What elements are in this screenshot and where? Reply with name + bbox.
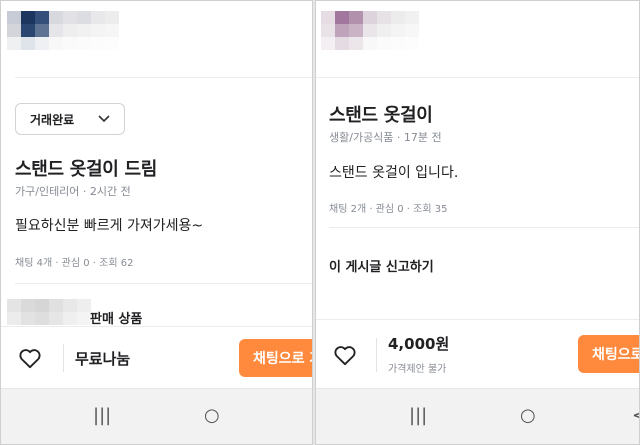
post-description: 필요하신분 빠르게 가져가세용~ (15, 218, 204, 234)
trade-status-dropdown[interactable]: 거래완료 (15, 103, 125, 135)
home-icon[interactable]: ○ (204, 405, 220, 426)
chat-to-trade-button[interactable]: 채팅으로 거래하기 (578, 335, 640, 373)
post-stats: 채팅 4개 · 관심 0 · 조회 62 (15, 258, 134, 269)
vertical-divider (63, 344, 64, 372)
divider (329, 227, 639, 228)
post-description: 스탠드 옷걸이 입니다. (329, 165, 459, 181)
chat-to-trade-button[interactable]: 채팅으로 거래하기 (239, 339, 312, 377)
post-title: 스탠드 옷걸이 드림 (15, 159, 158, 180)
recents-icon[interactable]: ||| (93, 405, 111, 426)
chat-button-label: 채팅으로 거래하기 (253, 351, 312, 367)
android-nav-bar: ||| ○ (1, 388, 312, 444)
right-listing-screen: 스탠드 옷걸이 생활/가공식품 · 17분 전 스탠드 옷걸이 입니다. 채팅 … (315, 0, 640, 445)
android-nav-bar: ||| ○ < (316, 388, 639, 444)
post-category-time: 생활/가공식품 · 17분 전 (329, 131, 442, 144)
price-label: 4,000원 (388, 335, 450, 353)
seller-name-blurred (7, 299, 91, 325)
recents-icon[interactable]: ||| (409, 405, 427, 426)
price-offer-note: 가격제안 불가 (388, 364, 447, 375)
post-stats: 채팅 2개 · 관심 0 · 조회 35 (329, 204, 448, 215)
post-category-time: 가구/인테리어 · 2시간 전 (15, 185, 131, 198)
heart-icon[interactable] (17, 345, 43, 371)
chevron-down-icon (98, 113, 110, 126)
price-label: 무료나눔 (75, 350, 131, 368)
divider (316, 77, 639, 78)
home-icon[interactable]: ○ (520, 405, 536, 426)
bottom-bar-divider (316, 319, 639, 320)
seller-avatar-blurred (7, 11, 119, 50)
report-post-link[interactable]: 이 게시글 신고하기 (329, 256, 434, 275)
chat-button-label: 채팅으로 거래하기 (592, 347, 640, 363)
trade-status-label: 거래완료 (30, 112, 75, 127)
heart-icon[interactable] (332, 342, 358, 368)
seller-products-heading: 판매 상품 (90, 312, 143, 327)
vertical-divider (376, 338, 377, 372)
post-title: 스탠드 옷걸이 (329, 105, 433, 126)
seller-avatar-blurred (321, 11, 419, 50)
back-icon[interactable]: < (632, 405, 639, 426)
left-listing-screen: 거래완료 스탠드 옷걸이 드림 가구/인테리어 · 2시간 전 필요하신분 빠르… (0, 0, 313, 445)
divider (15, 283, 312, 284)
divider (15, 77, 312, 78)
bottom-bar-divider (1, 326, 312, 327)
